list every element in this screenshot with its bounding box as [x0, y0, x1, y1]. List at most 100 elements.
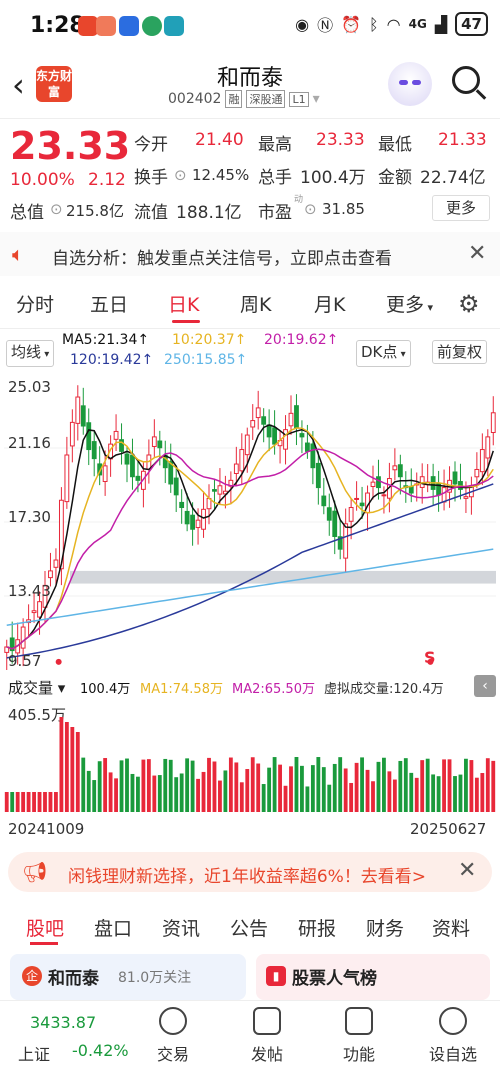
high-label: 最高: [258, 135, 292, 155]
info-icon[interactable]: ⊙: [304, 200, 317, 218]
nav-watchlist[interactable]: 设自选: [418, 1007, 488, 1065]
dk-label: DK点: [361, 343, 398, 361]
dk-point-selector[interactable]: DK点 ▾: [356, 340, 411, 367]
volume-bar: [10, 792, 15, 812]
candle-body: [376, 476, 381, 489]
nav-functions[interactable]: 功能: [324, 1007, 394, 1065]
ma10-value: 10:20.37↑: [172, 332, 247, 348]
candle-body: [31, 610, 37, 614]
wealth-banner[interactable]: 📢︎ 闲钱理财新选择，近1年收益率超6%！去看看> ✕: [8, 852, 492, 892]
candle-body: [332, 510, 338, 537]
tab-more[interactable]: 更多 ▾: [386, 290, 433, 317]
nfc-icon: Ⓝ: [317, 16, 334, 35]
volume-bar: [92, 780, 97, 812]
sell-signal-marker[interactable]: S: [424, 648, 436, 667]
tab-intraday[interactable]: 分时: [16, 290, 54, 317]
volume-value: 100.4万: [300, 168, 366, 188]
volume-bar: [64, 722, 69, 812]
active-tab-underline: [172, 320, 200, 323]
index-value[interactable]: 3433.87: [30, 1013, 96, 1032]
bluetooth-icon: ᛒ: [369, 14, 379, 34]
tab-forum[interactable]: 股吧: [26, 914, 64, 941]
volume-header: 成交量 ▾ 100.4万 MA1:74.58万 MA2:65.50万 虚拟成交量…: [0, 674, 500, 700]
volume-bar: [81, 757, 86, 812]
candle-body: [255, 407, 261, 419]
tab-profile[interactable]: 资料: [432, 914, 470, 941]
title-bar: ‹ 东方财富 和而泰 002402 融 深股通 L1 ▾: [0, 52, 500, 118]
ranking-icon: ▮: [266, 966, 286, 986]
adjust-selector[interactable]: 前复权: [432, 340, 488, 364]
volume-bar: [86, 770, 91, 812]
volume-bar: [37, 792, 42, 812]
candle-body: [359, 502, 365, 507]
volume-bar: [289, 766, 293, 812]
candle-body: [463, 496, 469, 499]
settings-gear-icon[interactable]: ⚙: [458, 290, 480, 318]
volume-bar: [409, 772, 414, 812]
volume-indicator-selector[interactable]: 成交量 ▾: [8, 677, 65, 698]
candle-body: [157, 440, 163, 449]
search-icon[interactable]: [452, 66, 480, 94]
assistant-robot-icon[interactable]: [388, 62, 432, 106]
volume-bar: [267, 767, 272, 812]
kline-chart[interactable]: [4, 374, 496, 671]
volume-bar: [469, 760, 474, 812]
open-label: 今开: [134, 135, 168, 155]
volume-bar: [491, 760, 496, 812]
float-cap-value: 188.1亿: [176, 203, 242, 223]
tab-orderbook[interactable]: 盘口: [94, 914, 132, 941]
ma5-line: [6, 424, 494, 650]
analysis-notice[interactable]: 🔈︎ 自选分析：触发重点关注信号，立即点击查看 ✕: [0, 232, 500, 276]
candle-body: [37, 601, 42, 618]
volume-bar: [21, 792, 26, 812]
stock-subtitle[interactable]: 002402 融 深股通 L1 ▾: [168, 90, 320, 108]
volume-bar: [223, 770, 228, 812]
nav-post-label: 发帖: [250, 1045, 283, 1064]
candle-body: [113, 430, 119, 440]
more-quote-button[interactable]: 更多: [432, 195, 490, 221]
info-icon[interactable]: ⊙: [174, 166, 187, 184]
info-icon[interactable]: ⊙: [50, 200, 63, 218]
speaker-icon: 🔈︎: [12, 242, 24, 266]
market-cap-label: 总值: [10, 203, 44, 223]
volume-bar: [157, 775, 162, 812]
nav-trade[interactable]: 交易: [138, 1007, 208, 1065]
candle-body: [321, 495, 327, 507]
forum-card[interactable]: 企 和而泰 81.0万关注: [10, 954, 246, 1000]
volume-bar: [403, 758, 408, 812]
forum-card-title: 和而泰: [48, 969, 99, 989]
candle-body: [53, 559, 59, 568]
tab-weekly-k[interactable]: 周K: [240, 290, 271, 317]
ma-selector[interactable]: 均线 ▾: [6, 340, 55, 367]
start-date: 20241009: [8, 820, 85, 838]
tab-monthly-k[interactable]: 月K: [314, 290, 345, 317]
active-tab-underline: [30, 942, 58, 945]
tab-finance[interactable]: 财务: [366, 914, 404, 941]
tab-news[interactable]: 资讯: [162, 914, 200, 941]
wifi-icon: ◠: [386, 14, 401, 34]
volume-chart[interactable]: [4, 700, 496, 812]
close-icon[interactable]: ✕: [458, 858, 476, 883]
index-change: -0.42%: [72, 1041, 129, 1060]
volume-bar: [338, 757, 343, 812]
nav-post[interactable]: 发帖: [232, 1007, 302, 1065]
collapse-panel-icon[interactable]: ‹: [474, 675, 496, 697]
tab-research[interactable]: 研报: [298, 914, 336, 941]
tab-announcements[interactable]: 公告: [230, 914, 268, 941]
candle-body: [381, 494, 387, 497]
volume-bar: [365, 769, 370, 812]
candle-body: [250, 420, 256, 428]
tab-daily-k[interactable]: 日K: [168, 290, 199, 317]
candle-body: [479, 449, 485, 473]
popularity-card[interactable]: ▮ 股票人气榜: [256, 954, 490, 1000]
ma120-value: 120:19.42↑: [70, 352, 154, 368]
tab-five-day[interactable]: 五日: [90, 290, 128, 317]
volume-bar: [54, 792, 58, 812]
volume-current: 100.4万: [80, 682, 131, 697]
candle-body: [239, 449, 245, 472]
close-icon[interactable]: ✕: [468, 241, 486, 266]
info-tabs: 股吧 盘口 资讯 公告 研报 财务 资料: [0, 906, 500, 946]
low-value: 21.33: [438, 130, 487, 150]
candle-body: [102, 465, 108, 483]
turnover-rate-value: 12.45%: [192, 166, 250, 184]
